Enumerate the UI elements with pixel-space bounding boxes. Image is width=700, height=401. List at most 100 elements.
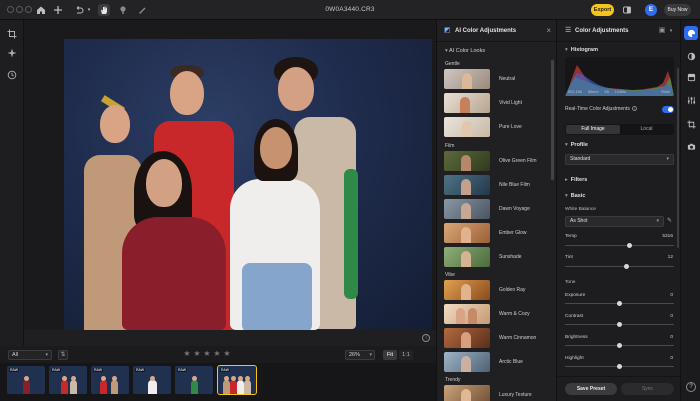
look-item[interactable]: Golden Ray	[444, 280, 552, 301]
crop-rail-icon[interactable]	[686, 120, 696, 130]
local-tab[interactable]: Local	[620, 125, 673, 134]
star-icon[interactable]: ★	[202, 349, 212, 358]
histogram-label: Histogram	[570, 47, 598, 53]
main-photo[interactable]	[64, 39, 432, 330]
slider-knob[interactable]	[617, 343, 622, 348]
look-item[interactable]: Arctic Blue	[444, 352, 552, 373]
look-item[interactable]: Dawn Voyage	[444, 199, 552, 220]
star-icon[interactable]: ★	[182, 349, 192, 358]
filmstrip-thumb-selected[interactable]: RAW	[217, 365, 257, 395]
close-icon[interactable]: ×	[546, 26, 551, 35]
white-balance-value: As Shot	[570, 218, 588, 224]
export-button[interactable]: Export	[591, 4, 614, 16]
hand-tool-icon[interactable]	[98, 4, 110, 16]
compare-icon[interactable]	[621, 4, 633, 16]
sync-button[interactable]: Sync	[621, 383, 674, 395]
filmstrip-thumb[interactable]: RAW	[49, 366, 87, 394]
home-icon[interactable]	[35, 4, 47, 16]
look-item[interactable]: Warm & Cozy	[444, 304, 552, 325]
tint-slider[interactable]	[565, 264, 674, 269]
basic-section[interactable]: ▾ Basic	[565, 193, 585, 199]
look-item[interactable]: Sunshade	[444, 247, 552, 268]
slider-knob[interactable]	[627, 243, 632, 248]
white-balance-dropdown[interactable]: As Shot ▾	[565, 216, 664, 227]
info-icon[interactable]: i	[631, 106, 637, 112]
chevron-down-icon: ▾	[656, 218, 659, 224]
panel-layout-icon[interactable]: ▣	[658, 27, 666, 35]
eyedropper-icon[interactable]: ✎	[667, 217, 672, 224]
filmstrip-thumb[interactable]: RAW	[91, 366, 129, 394]
exposure-slider[interactable]	[565, 301, 674, 306]
zoom-window-button[interactable]	[25, 6, 32, 13]
close-window-button[interactable]	[7, 6, 14, 13]
layers-icon[interactable]	[686, 73, 696, 83]
tint-value[interactable]: 12	[668, 255, 673, 260]
contrast-slider[interactable]	[565, 322, 674, 327]
brush-tool-icon[interactable]	[136, 4, 148, 16]
realtime-toggle[interactable]	[662, 106, 674, 113]
zoom-dropdown[interactable]: 26% ▾	[345, 350, 375, 360]
filters-section[interactable]: ▸ Filters	[565, 177, 587, 183]
color-panel-scrollbar[interactable]	[677, 68, 679, 248]
exposure-value[interactable]: 0	[670, 293, 673, 298]
left-toolbar	[0, 20, 24, 401]
image-canvas[interactable]	[24, 20, 436, 330]
profile-dropdown[interactable]: Standard ▾	[565, 154, 674, 165]
sort-icon[interactable]: ⇅	[58, 350, 68, 360]
brightness-value[interactable]: 0	[670, 335, 673, 340]
contrast-value[interactable]: 0	[670, 314, 673, 319]
sparkle-icon[interactable]	[5, 46, 19, 60]
filmstrip-thumb[interactable]: RAW	[175, 366, 213, 394]
look-item[interactable]: Pure Love	[444, 117, 552, 138]
look-item[interactable]: Warm Cinnamon	[444, 328, 552, 349]
chevron-down-icon[interactable]: ▾	[667, 27, 675, 35]
one-to-one-button[interactable]: 1:1	[399, 350, 413, 360]
filmstrip-thumb[interactable]: RAW	[133, 366, 171, 394]
star-icon[interactable]: ★	[192, 349, 202, 358]
look-item[interactable]: Ember Glow	[444, 223, 552, 244]
temp-value[interactable]: 5316	[662, 234, 673, 239]
highlight-slider[interactable]	[565, 364, 674, 369]
star-icon[interactable]: ★	[222, 349, 232, 358]
profile-section[interactable]: ▾ Profile	[565, 142, 588, 148]
add-icon[interactable]	[52, 4, 64, 16]
camera-icon[interactable]	[686, 142, 696, 152]
undo-menu-chevron-icon[interactable]: ▾	[83, 4, 95, 16]
adjust-icon[interactable]	[686, 52, 696, 62]
look-item[interactable]: Nile Blue Film	[444, 175, 552, 196]
fit-button[interactable]: Fit	[383, 350, 397, 360]
ai-looks-section[interactable]: ▾ AI Color Looks	[445, 48, 485, 54]
look-item[interactable]: Olive Green Film	[444, 151, 552, 172]
slider-knob[interactable]	[624, 264, 629, 269]
crop-icon[interactable]	[5, 27, 19, 41]
highlight-value[interactable]: 0	[670, 356, 673, 361]
filter-dropdown[interactable]: All ▾	[8, 350, 52, 360]
save-preset-button[interactable]: Save Preset	[565, 383, 617, 395]
histogram-section[interactable]: ▾ Histogram	[565, 47, 598, 53]
brightness-slider[interactable]	[565, 343, 674, 348]
buy-now-button[interactable]: Buy Now	[664, 4, 691, 16]
filmstrip-thumb[interactable]: RAW	[7, 366, 45, 394]
history-icon[interactable]	[5, 68, 19, 82]
color-panel-title: Color Adjustments	[575, 28, 629, 34]
avatar[interactable]: E	[645, 4, 657, 16]
minimize-window-button[interactable]	[16, 6, 23, 13]
highlight-label: Highlight	[565, 356, 584, 361]
slider-knob[interactable]	[617, 364, 622, 369]
info-icon[interactable]: i	[422, 334, 430, 342]
full-image-tab[interactable]: Full Image	[566, 125, 620, 134]
sliders-icon[interactable]	[686, 96, 696, 106]
star-icon[interactable]: ★	[212, 349, 222, 358]
palette-icon[interactable]	[684, 26, 698, 40]
slider-knob[interactable]	[617, 301, 622, 306]
look-item[interactable]: Luxury Texture	[444, 385, 552, 401]
look-group-label: Gentle	[445, 61, 460, 67]
ai-panel-scrollbar[interactable]	[551, 60, 554, 180]
help-icon[interactable]: ?	[686, 382, 696, 392]
color-adjust-icon: ☰	[565, 27, 572, 34]
retouch-tool-icon[interactable]	[117, 4, 129, 16]
look-item[interactable]: Vivid Light	[444, 93, 552, 114]
look-item[interactable]: Neutral	[444, 69, 552, 90]
temp-slider[interactable]	[565, 243, 674, 248]
slider-knob[interactable]	[617, 322, 622, 327]
